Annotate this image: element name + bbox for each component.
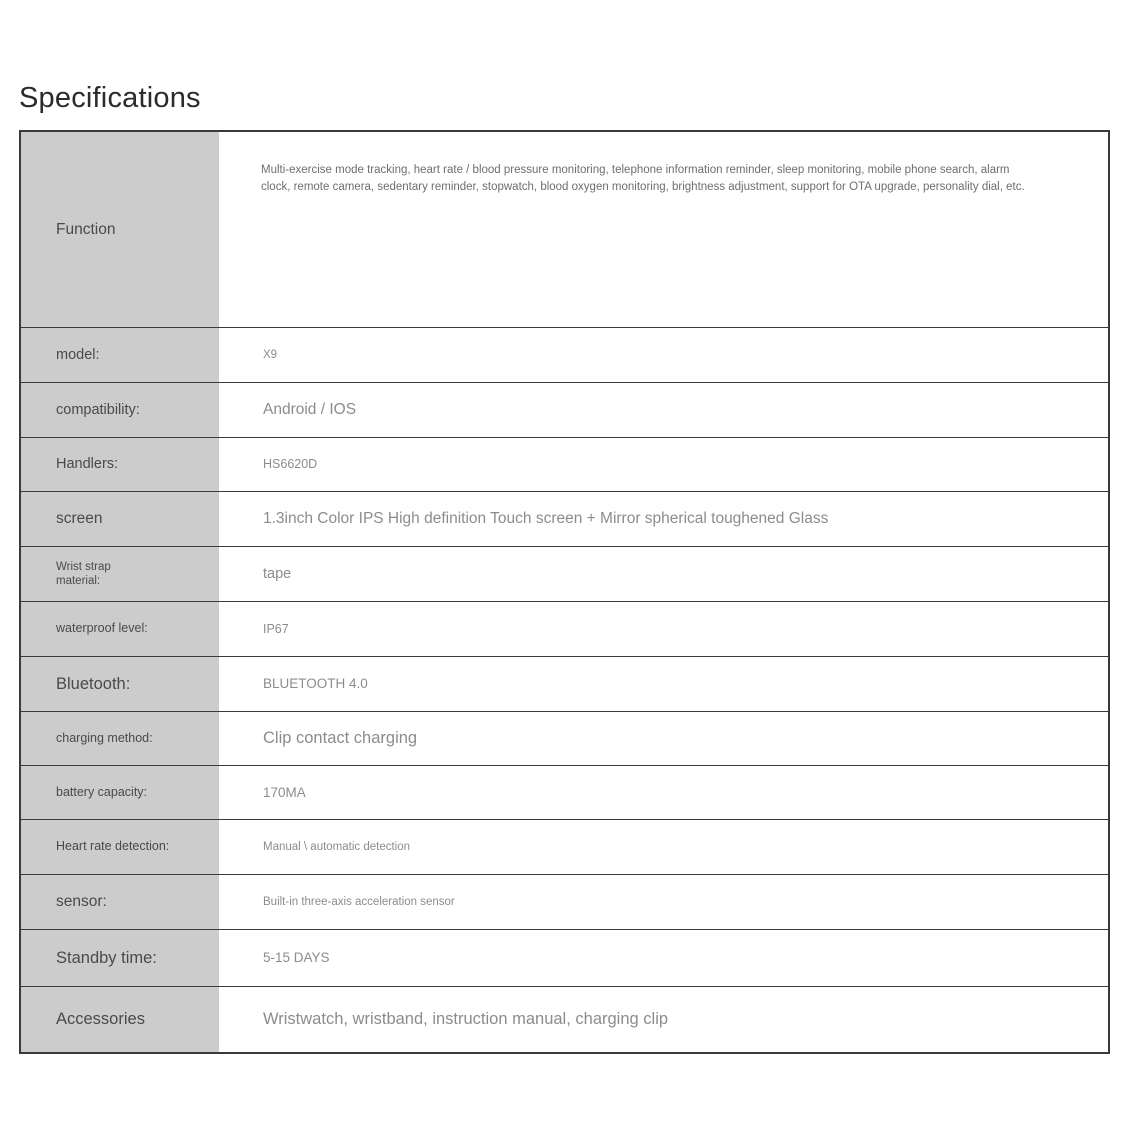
page-title: Specifications [19, 82, 201, 115]
spec-label-cell: Accessories [21, 987, 219, 1052]
spec-value: 1.3inch Color IPS High definition Touch … [263, 509, 829, 527]
specifications-table: Function Multi-exercise mode tracking, h… [19, 130, 1110, 1054]
table-row: Function Multi-exercise mode tracking, h… [21, 132, 1108, 328]
spec-label: Function [56, 220, 116, 238]
table-row: compatibility: Android / IOS [21, 383, 1108, 438]
spec-label: screen [56, 510, 103, 528]
table-row: battery capacity: 170MA [21, 766, 1108, 820]
spec-label: battery capacity: [56, 784, 148, 799]
spec-value: HS6620D [263, 457, 318, 472]
spec-label: Wrist strap material: [56, 560, 111, 587]
spec-value-cell: Wristwatch, wristband, instruction manua… [219, 987, 1108, 1052]
table-row: sensor: Built-in three-axis acceleration… [21, 875, 1108, 930]
spec-label-cell: Handlers: [21, 438, 219, 491]
spec-value: 170MA [263, 784, 306, 800]
spec-label-cell: Wrist strap material: [21, 547, 219, 601]
spec-value-cell: Built-in three-axis acceleration sensor [219, 875, 1108, 929]
spec-label: Heart rate detection: [56, 839, 170, 854]
spec-label-cell: Function [21, 132, 219, 327]
spec-label: sensor: [56, 893, 107, 911]
spec-value-cell: 170MA [219, 766, 1108, 819]
spec-label: model: [56, 346, 100, 363]
spec-value-cell: Multi-exercise mode tracking, heart rate… [219, 132, 1108, 327]
table-row: model: X9 [21, 328, 1108, 383]
spec-value: X9 [263, 348, 278, 361]
spec-value: Multi-exercise mode tracking, heart rate… [261, 164, 1025, 193]
spec-label: compatibility: [56, 401, 140, 418]
spec-label: Standby time: [56, 948, 157, 967]
table-row: Heart rate detection: Manual \ automatic… [21, 820, 1108, 875]
table-row: screen 1.3inch Color IPS High definition… [21, 492, 1108, 547]
spec-value: Manual \ automatic detection [263, 840, 411, 853]
table-row: Bluetooth: BLUETOOTH 4.0 [21, 657, 1108, 712]
spec-value: IP67 [263, 621, 289, 636]
spec-label: Bluetooth: [56, 674, 131, 693]
spec-label-cell: screen [21, 492, 219, 546]
spec-value-cell: 5-15 DAYS [219, 930, 1108, 986]
spec-value-cell: 1.3inch Color IPS High definition Touch … [219, 492, 1108, 546]
table-row: waterproof level: IP67 [21, 602, 1108, 657]
table-row: Standby time: 5-15 DAYS [21, 930, 1108, 987]
spec-label-cell: battery capacity: [21, 766, 219, 819]
spec-label-cell: Standby time: [21, 930, 219, 986]
table-row: Handlers: HS6620D [21, 438, 1108, 492]
spec-value: Clip contact charging [263, 728, 418, 747]
spec-label-cell: waterproof level: [21, 602, 219, 656]
spec-label: charging method: [56, 730, 153, 745]
table-row: Accessories Wristwatch, wristband, instr… [21, 987, 1108, 1052]
spec-value: BLUETOOTH 4.0 [263, 676, 368, 692]
spec-value-cell: Android / IOS [219, 383, 1108, 437]
spec-label-cell: compatibility: [21, 383, 219, 437]
spec-value-cell: Clip contact charging [219, 712, 1108, 765]
spec-value-cell: BLUETOOTH 4.0 [219, 657, 1108, 711]
spec-value: Wristwatch, wristband, instruction manua… [263, 1009, 669, 1028]
spec-label: Accessories [56, 1010, 145, 1029]
spec-value: Built-in three-axis acceleration sensor [263, 895, 455, 908]
spec-label-cell: model: [21, 328, 219, 382]
table-row: Wrist strap material: tape [21, 547, 1108, 602]
spec-value-cell: Manual \ automatic detection [219, 820, 1108, 874]
specifications-page: Specifications Function Multi-exercise m… [0, 0, 1135, 1135]
spec-label-cell: Bluetooth: [21, 657, 219, 711]
spec-label: Handlers: [56, 456, 119, 473]
spec-label-cell: Heart rate detection: [21, 820, 219, 874]
spec-value-cell: X9 [219, 328, 1108, 382]
spec-label: waterproof level: [56, 621, 148, 636]
spec-label-cell: charging method: [21, 712, 219, 765]
spec-value: 5-15 DAYS [263, 950, 330, 966]
table-row: charging method: Clip contact charging [21, 712, 1108, 766]
spec-value-cell: IP67 [219, 602, 1108, 656]
spec-value: Android / IOS [263, 400, 357, 418]
spec-value-cell: tape [219, 547, 1108, 601]
spec-label-cell: sensor: [21, 875, 219, 929]
spec-value: tape [263, 565, 292, 582]
spec-value-cell: HS6620D [219, 438, 1108, 491]
